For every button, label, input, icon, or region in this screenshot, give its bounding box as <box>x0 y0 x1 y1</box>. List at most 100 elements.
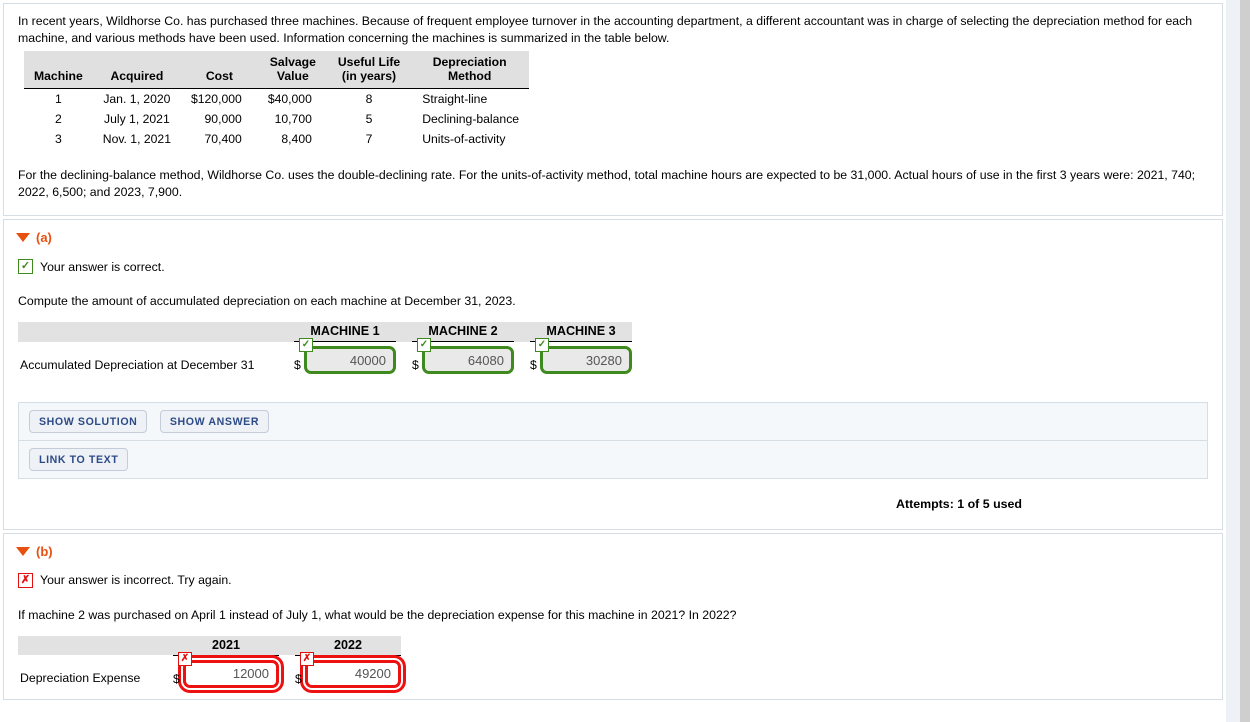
year-2021-field-group: $ ✗ <box>173 651 279 688</box>
header-life-line2: (in years) <box>341 69 397 83</box>
table-header-row: Machine Acquired Cost Salvage Value Usef… <box>24 51 530 89</box>
cell-acquired: Nov. 1, 2021 <box>92 129 181 149</box>
section-a-prompt: Compute the amount of accumulated deprec… <box>18 294 516 308</box>
cell-method: Units-of-activity <box>410 129 530 149</box>
check-icon: ✓ <box>417 338 431 352</box>
machine-1-field-group: $ ✓ <box>294 338 396 374</box>
vertical-scrollbar[interactable] <box>1240 0 1250 722</box>
answer-row-label: Depreciation Expense <box>20 671 141 685</box>
show-solution-button[interactable]: SHOW SOLUTION <box>29 409 148 433</box>
cell-cost: 90,000 <box>180 109 258 129</box>
section-a-answer-area: MACHINE 1 MACHINE 2 MACHINE 3 Accumulate… <box>4 308 1222 386</box>
section-a-panel: (a) ✓ Your answer is correct. Compute th… <box>3 219 1223 530</box>
cell-salvage: 8,400 <box>257 129 328 149</box>
section-a-status-text: Your answer is correct. <box>40 259 165 274</box>
answer-row: Depreciation Expense $ ✗ 12000 $ ✗ 49200 <box>18 651 401 699</box>
currency-symbol: $ <box>412 358 419 372</box>
intro-paragraph-2: For the declining-balance method, Wildho… <box>18 168 1196 199</box>
answer-row-label: Accumulated Depreciation at December 31 <box>20 357 255 372</box>
currency-symbol: $ <box>530 358 537 372</box>
header-method-line1: Depreciation <box>432 55 507 69</box>
header-gap <box>396 322 412 342</box>
cell-life: 5 <box>327 109 411 129</box>
currency-symbol: $ <box>173 671 180 686</box>
header-cost: Cost <box>180 51 258 89</box>
header-depreciation-method: Depreciation Method <box>410 51 530 89</box>
machine-data-table: Machine Acquired Cost Salvage Value Usef… <box>24 51 530 149</box>
machine-3-accumulated-depreciation-input[interactable] <box>540 346 632 374</box>
check-icon: ✓ <box>18 259 33 274</box>
machine-2-field-group: $ ✓ <box>412 338 514 374</box>
header-useful-life: Useful Life (in years) <box>327 51 411 89</box>
x-icon: ✗ <box>18 572 33 588</box>
cell-life: 7 <box>327 129 411 149</box>
section-b-answer-area: 2021 2022 Depreciation Expense $ ✗ 12000… <box>4 622 1222 700</box>
section-b-status: ✗ Your answer is incorrect. Try again. <box>4 559 1222 588</box>
answer-cell-2022: $ ✗ <box>295 651 401 699</box>
section-b-header[interactable]: (b) <box>4 534 1222 559</box>
section-b-status-text: Your answer is incorrect. Try again. <box>40 573 232 587</box>
answer-header-blank <box>18 322 294 342</box>
table-row: 3 Nov. 1, 2021 70,400 8,400 7 Units-of-a… <box>24 129 530 149</box>
show-answer-button[interactable]: SHOW ANSWER <box>159 409 270 433</box>
answer-cell-machine-2: $ ✓ <box>412 338 514 386</box>
cell-acquired: Jan. 1, 2020 <box>92 88 181 109</box>
machine-2-accumulated-depreciation-input[interactable] <box>422 346 514 374</box>
content-area: In recent years, Wildhorse Co. has purch… <box>0 0 1226 722</box>
section-b-answer-table: 2021 2022 Depreciation Expense $ ✗ 12000… <box>18 635 401 700</box>
section-a-status: ✓ Your answer is correct. <box>4 245 1222 274</box>
link-to-text-button[interactable]: LINK TO TEXT <box>29 447 129 471</box>
cell-machine: 3 <box>24 129 93 149</box>
section-a-answer-table: MACHINE 1 MACHINE 2 MACHINE 3 Accumulate… <box>18 322 632 386</box>
answer-cell-machine-1: $ ✓ <box>294 338 396 386</box>
header-machine: Machine <box>24 51 93 89</box>
section-b-prompt: If machine 2 was purchased on April 1 in… <box>18 607 737 622</box>
machine-3-field-group: $ ✓ <box>530 338 632 374</box>
cell-acquired: July 1, 2021 <box>92 109 181 129</box>
answer-header-blank <box>18 635 173 655</box>
header-salvage-line1: Salvage <box>269 55 316 69</box>
cell-gap <box>279 655 295 699</box>
cell-machine: 2 <box>24 109 93 129</box>
year-2021-depreciation-expense-input[interactable] <box>183 659 279 688</box>
cell-life: 8 <box>327 88 411 109</box>
section-a-header[interactable]: (a) <box>4 220 1222 245</box>
cell-gap <box>396 342 412 386</box>
check-icon: ✓ <box>535 338 549 352</box>
section-a-button-bar-2: LINK TO TEXT <box>18 440 1208 479</box>
header-method-line2: Method <box>447 69 492 83</box>
answer-cell-2021: $ ✗ <box>173 651 279 699</box>
table-row: 2 July 1, 2021 90,000 10,700 5 Declining… <box>24 109 530 129</box>
header-gap <box>279 635 295 655</box>
year-2022-field-group: $ ✗ <box>295 651 401 688</box>
collapse-triangle-icon[interactable] <box>16 233 30 242</box>
x-icon: ✗ <box>178 651 192 666</box>
currency-symbol: $ <box>295 671 302 686</box>
intro-paragraph-1: In recent years, Wildhorse Co. has purch… <box>18 14 1193 45</box>
attempts-counter: Attempts: 1 of 5 used <box>896 496 1022 511</box>
cell-method: Straight-line <box>410 88 530 109</box>
header-salvage-value: Salvage Value <box>257 51 328 89</box>
cell-salvage: 10,700 <box>257 109 328 129</box>
header-gap <box>514 322 530 342</box>
collapse-triangle-icon[interactable] <box>16 546 30 556</box>
table-row: 1 Jan. 1, 2020 $120,000 $40,000 8 Straig… <box>24 88 530 109</box>
cell-cost: $120,000 <box>180 88 258 109</box>
section-b-panel: (b) ✗ Your answer is incorrect. Try agai… <box>3 532 1223 700</box>
section-a-label: (a) <box>36 230 52 245</box>
answer-header-row: 2021 2022 <box>18 635 401 656</box>
currency-symbol: $ <box>294 358 301 372</box>
answer-cell-machine-3: $ ✓ <box>530 338 632 386</box>
cell-method: Declining-balance <box>410 109 530 129</box>
year-2022-depreciation-expense-input[interactable] <box>305 659 401 688</box>
problem-statement-panel: In recent years, Wildhorse Co. has purch… <box>3 3 1223 216</box>
cell-salvage: $40,000 <box>257 88 328 109</box>
section-a-button-bar-1: SHOW SOLUTION SHOW ANSWER <box>18 401 1208 441</box>
header-salvage-line2: Value <box>276 69 309 83</box>
machine-1-accumulated-depreciation-input[interactable] <box>304 346 396 374</box>
header-life-line1: Useful Life <box>337 55 401 69</box>
cell-gap <box>514 342 530 386</box>
check-icon: ✓ <box>299 338 313 352</box>
